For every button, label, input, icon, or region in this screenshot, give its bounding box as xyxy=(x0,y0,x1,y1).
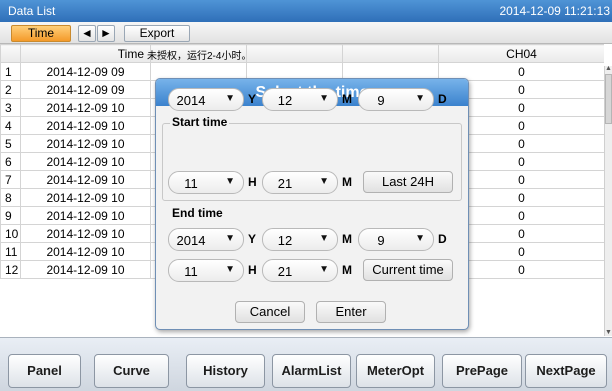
row-index: 4 xyxy=(0,116,21,135)
end-year-select[interactable]: 2014 ▼ xyxy=(168,228,244,251)
vertical-scrollbar[interactable]: ▲ ▼ xyxy=(604,65,612,336)
row-time: 2014-12-09 10 xyxy=(20,170,151,189)
end-day-select[interactable]: 9 ▼ xyxy=(358,228,434,251)
start-day-select[interactable]: 9 ▼ xyxy=(358,88,434,111)
start-hour-select[interactable]: 11 ▼ xyxy=(168,171,244,194)
minute-unit-label: M xyxy=(342,263,352,277)
row-time: 2014-12-09 10 xyxy=(20,98,151,117)
start-minute-select[interactable]: 21 ▼ xyxy=(262,171,338,194)
row-time: 2014-12-09 10 xyxy=(20,134,151,153)
start-year-select[interactable]: 2014 ▼ xyxy=(168,88,244,111)
toolbar: Time ◄ ► Export xyxy=(0,22,612,44)
end-time-label: End time xyxy=(170,206,225,220)
row-index: 10 xyxy=(0,224,21,243)
row-time: 2014-12-09 10 xyxy=(20,116,151,135)
year-unit-label: Y xyxy=(248,232,257,246)
chevron-down-icon: ▼ xyxy=(415,93,425,104)
start-time-label: Start time xyxy=(170,115,230,129)
year-unit-label: Y xyxy=(248,92,257,106)
panel-button[interactable]: Panel xyxy=(8,354,81,388)
row-time: 2014-12-09 10 xyxy=(20,152,151,171)
row-time: 2014-12-09 09 xyxy=(20,80,151,99)
row-time: 2014-12-09 10 xyxy=(20,242,151,261)
row-index: 7 xyxy=(0,170,21,189)
alarmlist-button[interactable]: AlarmList xyxy=(272,354,351,388)
row-index: 6 xyxy=(0,152,21,171)
current-datetime: 2014-12-09 11:21:13 xyxy=(499,4,610,18)
row-index: 12 xyxy=(0,260,21,279)
row-index: 2 xyxy=(0,80,21,99)
chevron-down-icon: ▼ xyxy=(319,176,329,187)
row-time: 2014-12-09 09 xyxy=(20,62,151,81)
day-unit-label: D xyxy=(438,92,447,106)
unauthorized-notice: 未授权，运行2-4小时。 xyxy=(147,51,252,62)
end-hour-select[interactable]: 11 ▼ xyxy=(168,259,244,282)
curve-button[interactable]: Curve xyxy=(94,354,169,388)
chevron-down-icon: ▼ xyxy=(225,233,235,244)
meteropt-button[interactable]: MeterOpt xyxy=(356,354,435,388)
last-24h-button[interactable]: Last 24H xyxy=(363,171,453,193)
title-bar: Data List 2014-12-09 11:21:13 xyxy=(0,0,612,22)
end-minute-select[interactable]: 21 ▼ xyxy=(262,259,338,282)
current-time-button[interactable]: Current time xyxy=(363,259,453,281)
start-month-select[interactable]: 12 ▼ xyxy=(262,88,338,111)
day-unit-label: D xyxy=(438,232,447,246)
chevron-down-icon: ▼ xyxy=(415,233,425,244)
row-index: 3 xyxy=(0,98,21,117)
column-header-time[interactable]: Time xyxy=(20,44,151,63)
row-index: 9 xyxy=(0,206,21,225)
column-header-ch04[interactable]: CH04 xyxy=(438,44,604,63)
next-arrow-icon[interactable]: ► xyxy=(97,25,115,42)
chevron-down-icon: ▼ xyxy=(319,93,329,104)
row-index: 5 xyxy=(0,134,21,153)
row-time: 2014-12-09 10 xyxy=(20,260,151,279)
prev-arrow-icon[interactable]: ◄ xyxy=(78,25,96,42)
hour-unit-label: H xyxy=(248,263,257,277)
hour-unit-label: H xyxy=(248,175,257,189)
month-unit-label: M xyxy=(342,92,352,106)
scroll-down-icon[interactable]: ▼ xyxy=(605,329,612,336)
row-index: 1 xyxy=(0,62,21,81)
nextpage-button[interactable]: NextPage xyxy=(525,354,607,388)
enter-button[interactable]: Enter xyxy=(316,301,386,323)
chevron-down-icon: ▼ xyxy=(225,93,235,104)
cancel-button[interactable]: Cancel xyxy=(235,301,305,323)
table-header-row: Time CH04 xyxy=(0,44,604,63)
row-time: 2014-12-09 10 xyxy=(20,188,151,207)
chevron-down-icon: ▼ xyxy=(225,176,235,187)
row-time: 2014-12-09 10 xyxy=(20,224,151,243)
chevron-down-icon: ▼ xyxy=(319,264,329,275)
chevron-down-icon: ▼ xyxy=(319,233,329,244)
time-button[interactable]: Time xyxy=(11,25,71,42)
bottom-nav: Panel Curve History AlarmList MeterOpt P… xyxy=(0,337,612,391)
row-index: 11 xyxy=(0,242,21,261)
select-time-dialog: Select the time Start time 2014 ▼ Y 12 ▼… xyxy=(155,78,469,330)
scroll-up-icon[interactable]: ▲ xyxy=(605,65,612,72)
prepage-button[interactable]: PrePage xyxy=(442,354,522,388)
row-index: 8 xyxy=(0,188,21,207)
window-title: Data List xyxy=(8,4,56,18)
end-month-select[interactable]: 12 ▼ xyxy=(262,228,338,251)
chevron-down-icon: ▼ xyxy=(225,264,235,275)
history-button[interactable]: History xyxy=(186,354,265,388)
scrollbar-thumb[interactable] xyxy=(605,74,612,124)
row-time: 2014-12-09 10 xyxy=(20,206,151,225)
minute-unit-label: M xyxy=(342,175,352,189)
export-button[interactable]: Export xyxy=(124,25,190,42)
month-unit-label: M xyxy=(342,232,352,246)
